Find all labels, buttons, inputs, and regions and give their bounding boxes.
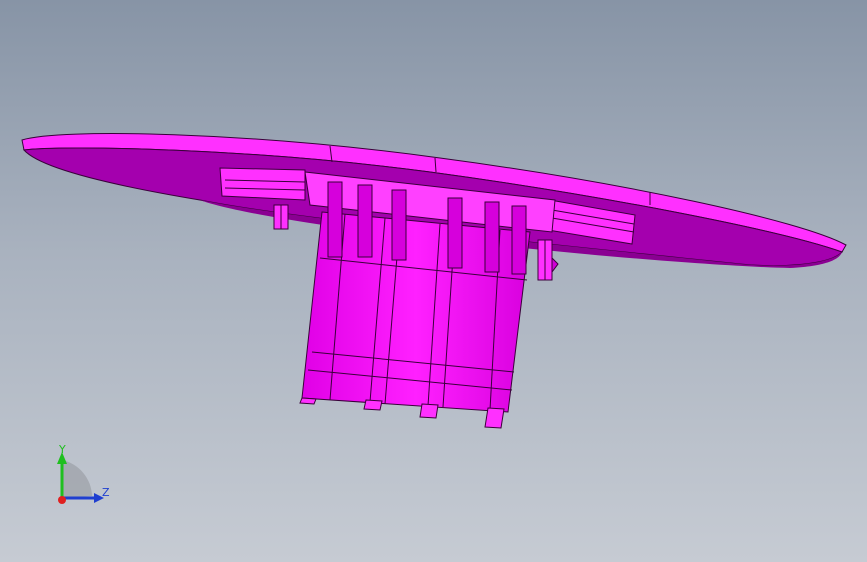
graphics-viewport[interactable]: Y Z [0,0,867,562]
axis-triad: Y Z [40,440,120,510]
triad-graphic [57,452,104,504]
z-axis-label: Z [102,486,110,499]
connector-body [299,171,556,429]
3d-model[interactable] [0,0,867,562]
y-axis-label: Y [59,443,66,456]
pin-left [273,204,289,230]
